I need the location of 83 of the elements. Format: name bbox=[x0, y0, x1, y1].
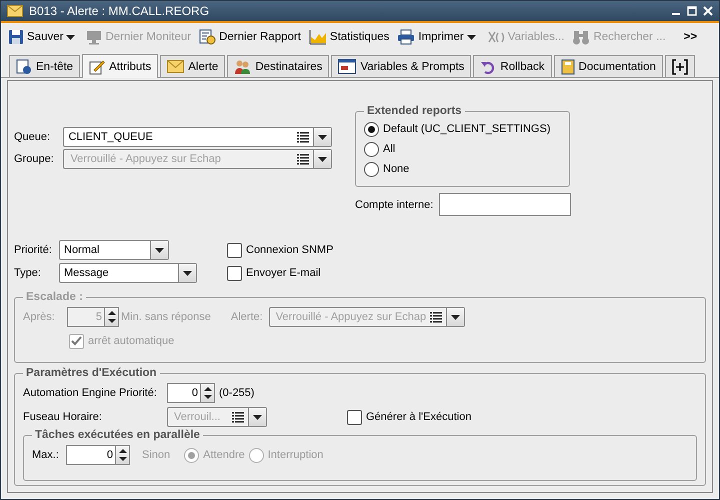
list-icon bbox=[232, 412, 244, 422]
group-title: Paramètres d'Exécution bbox=[25, 367, 158, 379]
report-clock-icon bbox=[199, 29, 216, 46]
window-title: B013 - Alerte : MM.CALL.REORG bbox=[29, 4, 210, 18]
list-icon bbox=[430, 312, 442, 322]
envelope-icon bbox=[167, 60, 184, 73]
tab[interactable]: Attributs bbox=[82, 54, 158, 78]
dropdown-button[interactable] bbox=[313, 128, 331, 146]
dropdown-button[interactable] bbox=[150, 241, 168, 259]
checkbox-label: Envoyer E-mail bbox=[246, 267, 321, 279]
field-label: Groupe: bbox=[14, 153, 55, 165]
group-title: Tâches exécutées en parallèle bbox=[34, 429, 201, 441]
toolbar-button[interactable]: Sauver bbox=[5, 27, 66, 48]
input-field[interactable] bbox=[439, 193, 572, 216]
book-icon bbox=[560, 58, 575, 74]
group-title: Extended reports bbox=[366, 105, 463, 117]
radio-label: None bbox=[383, 163, 410, 175]
toolbar-button[interactable]: >> bbox=[680, 29, 700, 46]
checkbox-label: Générer à l'Exécution bbox=[366, 411, 472, 423]
range-label: (0-255) bbox=[219, 387, 254, 399]
field-label: Alerte: bbox=[230, 311, 263, 323]
field-label: Sinon bbox=[142, 449, 170, 461]
dropdown-button[interactable] bbox=[248, 408, 266, 426]
printer-icon bbox=[397, 29, 416, 46]
caret-icon bbox=[66, 34, 76, 40]
envelope-icon bbox=[7, 4, 23, 17]
checkmark-icon bbox=[71, 336, 82, 346]
radio-label: Default (UC_CLIENT_SETTINGS) bbox=[383, 123, 550, 135]
chart-icon bbox=[308, 29, 327, 46]
radio-button[interactable] bbox=[364, 142, 379, 156]
field-label: Max.: bbox=[32, 449, 60, 461]
radio-button[interactable] bbox=[364, 162, 379, 176]
tab[interactable]: Documentation bbox=[554, 55, 663, 77]
caret-icon bbox=[318, 134, 327, 140]
tab[interactable]: En-tête bbox=[9, 55, 80, 77]
combo-box[interactable]: CLIENT_QUEUE bbox=[63, 127, 332, 147]
combo-box[interactable]: Message bbox=[59, 263, 197, 283]
caret-icon bbox=[183, 270, 192, 276]
checkbox-label: Connexion SNMP bbox=[246, 244, 334, 256]
document-info-icon bbox=[16, 58, 32, 74]
checkbox[interactable] bbox=[347, 410, 362, 424]
toolbar-button[interactable]: Statistiques bbox=[306, 27, 392, 48]
field-label: Type: bbox=[14, 267, 42, 279]
caret-icon bbox=[318, 156, 327, 162]
list-icon bbox=[297, 154, 309, 164]
radio-label: All bbox=[383, 143, 396, 155]
radio-button[interactable] bbox=[364, 122, 379, 136]
field-label: Compte interne: bbox=[355, 198, 434, 210]
list-icon bbox=[297, 132, 309, 142]
field-label: Après: bbox=[23, 311, 56, 323]
pencil-document-icon bbox=[89, 58, 106, 74]
caret-icon bbox=[155, 248, 164, 252]
field-label: Automation Engine Priorité: bbox=[23, 387, 158, 399]
field-label: Priorité: bbox=[14, 244, 53, 256]
field-label: Queue: bbox=[14, 131, 52, 143]
tab[interactable] bbox=[664, 55, 695, 77]
checkbox[interactable] bbox=[227, 266, 242, 280]
people-icon bbox=[234, 58, 252, 74]
tab[interactable]: Variables & Prompts bbox=[331, 55, 472, 77]
add-icon bbox=[672, 58, 688, 74]
window-icon bbox=[338, 59, 356, 74]
dropdown-button[interactable] bbox=[178, 264, 196, 282]
close-icon[interactable] bbox=[703, 6, 713, 16]
caret-icon bbox=[450, 314, 460, 320]
radio-label: Attendre bbox=[203, 449, 245, 461]
checkbox[interactable] bbox=[227, 242, 242, 258]
radio-label: Interruption bbox=[268, 449, 324, 461]
tab[interactable]: Destinataires bbox=[227, 55, 330, 77]
unit-label: Min. sans réponse bbox=[121, 311, 211, 323]
combo-box[interactable]: Normal bbox=[59, 240, 169, 260]
field-label: Fuseau Horaire: bbox=[23, 411, 103, 423]
tab[interactable]: Alerte bbox=[160, 55, 226, 77]
toolbar-button[interactable]: Dernier Rapport bbox=[196, 27, 304, 48]
group-title: Escalade : bbox=[25, 291, 84, 303]
number-spinner[interactable]: 0 bbox=[167, 383, 215, 403]
monitor-icon bbox=[86, 29, 102, 46]
toolbar-button[interactable]: Imprimer bbox=[394, 27, 467, 48]
maximize-icon[interactable] bbox=[687, 6, 697, 16]
caret-icon bbox=[253, 414, 262, 420]
tab[interactable]: Rollback bbox=[473, 55, 552, 77]
checkbox-label: arrêt automatique bbox=[88, 335, 174, 347]
binoculars-icon bbox=[572, 29, 590, 46]
caret-icon bbox=[466, 34, 476, 40]
